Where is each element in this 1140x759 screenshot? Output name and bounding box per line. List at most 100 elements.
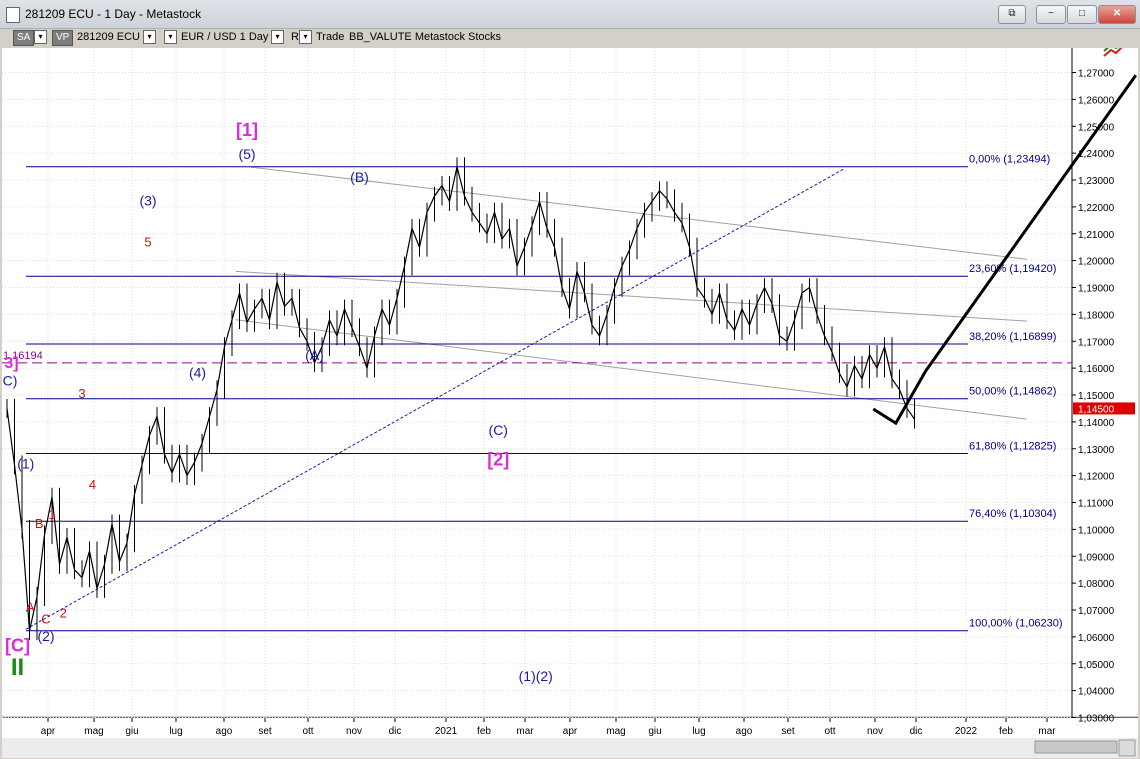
wave-label: B <box>35 516 44 531</box>
wave-label: [C] <box>5 635 30 655</box>
y-tick-label: 1,07000 <box>1078 606 1115 617</box>
y-tick-label: 1,14000 <box>1078 418 1115 429</box>
r-dropdown-icon[interactable]: ▾ <box>299 30 312 44</box>
template-label: BB_VALUTE Metastock Stocks <box>349 31 502 43</box>
x-tick-label: apr <box>41 726 56 737</box>
x-tick-label: lug <box>169 726 182 737</box>
wave-label: (1) <box>17 456 34 472</box>
x-tick-label: mag <box>606 726 625 737</box>
x-tick-label: 2022 <box>955 726 978 737</box>
x-tick-label: dic <box>910 726 923 737</box>
x-tick-label: giu <box>125 726 138 737</box>
fib-level-label: 50,00% (1,14862) <box>969 386 1056 398</box>
instrument-label: EUR / USD 1 Day <box>181 31 269 43</box>
x-tick-label: ago <box>736 726 753 737</box>
interval-dropdown-icon[interactable]: ▾ <box>271 30 284 44</box>
vp-button[interactable]: VP <box>52 30 74 46</box>
fib-level-label: 76,40% (1,10304) <box>969 508 1056 520</box>
y-tick-label: 1,08000 <box>1078 579 1115 590</box>
y-tick-label: 1,17000 <box>1078 337 1115 348</box>
wave-label: 2 <box>60 606 67 621</box>
y-tick-label: 1,25000 <box>1078 122 1115 133</box>
y-tick-label: 1,03000 <box>1078 714 1115 725</box>
symbol-dropdown-icon[interactable]: ▾ <box>143 30 156 44</box>
window-title: 281209 ECU - 1 Day - Metastock <box>25 7 202 21</box>
fib-level-label: 61,80% (1,12825) <box>969 440 1056 452</box>
y-tick-label: 1,05000 <box>1078 660 1115 671</box>
wave-label: [1] <box>236 120 258 140</box>
y-tick-label: 1,16000 <box>1078 364 1115 375</box>
wave-label: II <box>11 654 24 681</box>
scrollbar-thumb[interactable] <box>1034 740 1118 754</box>
sa-dropdown-icon[interactable]: ▾ <box>34 30 47 44</box>
x-tick-label: set <box>781 726 795 737</box>
wave-label: A <box>26 599 35 614</box>
x-tick-label: apr <box>563 726 578 737</box>
x-tick-label: mar <box>516 726 534 737</box>
y-tick-label: 1,21000 <box>1078 230 1115 241</box>
fib-level-label: 23,60% (1,19420) <box>969 263 1056 275</box>
plot-area <box>2 48 1072 716</box>
x-tick-label: nov <box>867 726 883 737</box>
wave-label: C) <box>3 373 18 389</box>
x-tick-label: ott <box>824 726 835 737</box>
fib-level-label: 100,00% (1,06230) <box>969 618 1063 630</box>
wave-label: (A) <box>305 347 324 363</box>
y-tick-label: 1,20000 <box>1078 257 1115 268</box>
y-tick-label: 1,13000 <box>1078 445 1115 456</box>
wave-label: [2] <box>487 450 509 470</box>
scrollbar-right-button[interactable] <box>1118 739 1136 757</box>
restore-window-icon[interactable]: ⧉ <box>998 5 1026 24</box>
wave-label: C <box>41 611 50 626</box>
title-bar: 281209 ECU - 1 Day - Metastock ⧉ − □ ✕ <box>0 0 1140 29</box>
x-tick-label: feb <box>999 726 1013 737</box>
app-icon <box>6 7 20 23</box>
wave-label: 1 <box>48 507 55 522</box>
wave-label: (1)(2) <box>519 668 553 684</box>
y-tick-label: 1,24000 <box>1078 149 1115 160</box>
x-tick-label: lug <box>692 726 705 737</box>
y-tick-label: 1,04000 <box>1078 687 1115 698</box>
price-chart[interactable]: 0,00% (1,23494) 23,60% (1,19420) 38,20% (1… <box>0 48 1140 759</box>
wave-label: 3] <box>4 355 18 372</box>
fib-level-label: 38,20% (1,16899) <box>969 331 1056 343</box>
maximize-button[interactable]: □ <box>1067 5 1097 24</box>
minimize-button[interactable]: − <box>1036 5 1066 24</box>
y-tick-label: 1,26000 <box>1078 95 1115 106</box>
instrument-dropdown-icon[interactable]: ▾ <box>164 30 177 44</box>
x-tick-label: nov <box>346 726 362 737</box>
wave-label: 4 <box>89 477 96 492</box>
y-tick-label: 1,15000 <box>1078 391 1115 402</box>
x-tick-label: feb <box>477 726 491 737</box>
x-tick-label: ago <box>216 726 233 737</box>
y-tick-label: 1,12000 <box>1078 472 1115 483</box>
close-button[interactable]: ✕ <box>1098 5 1136 24</box>
x-tick-label: ott <box>302 726 313 737</box>
x-tick-label: mag <box>84 726 103 737</box>
trade-button[interactable]: Trade <box>316 30 344 44</box>
y-tick-label: 1,19000 <box>1078 284 1115 295</box>
wave-label: 3 <box>78 386 85 401</box>
y-tick-label: 1,06000 <box>1078 633 1115 644</box>
wave-label: (5) <box>238 146 255 162</box>
chart-toolbar: SA ▾ VP 281209 ECU ▾ ▾ EUR / USD 1 Day ▾… <box>0 28 1140 48</box>
y-tick-label: 1,18000 <box>1078 310 1115 321</box>
x-tick-label: 2021 <box>435 726 458 737</box>
y-tick-label: 1,09000 <box>1078 552 1115 563</box>
scrollbar-track[interactable] <box>2 738 1138 758</box>
wave-label: (2) <box>37 628 54 644</box>
y-tick-label: 1,27000 <box>1078 69 1115 80</box>
wave-label: (C) <box>489 422 508 438</box>
symbol-label: 281209 ECU <box>77 31 140 43</box>
x-tick-label: set <box>258 726 272 737</box>
r-button[interactable]: R <box>291 30 299 44</box>
wave-label: (B) <box>350 169 369 185</box>
y-tick-label: 1,11000 <box>1078 499 1114 510</box>
y-tick-label: 1,10000 <box>1078 525 1115 536</box>
x-tick-label: giu <box>648 726 661 737</box>
fib-level-label: 0,00% (1,23494) <box>969 154 1050 166</box>
wave-label: 5 <box>144 235 151 250</box>
x-tick-label: dic <box>389 726 402 737</box>
wave-label: (3) <box>139 193 156 209</box>
sa-button[interactable]: SA <box>13 30 35 46</box>
